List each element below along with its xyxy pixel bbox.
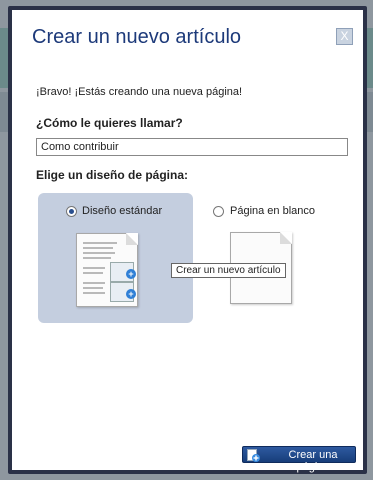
radio-blank[interactable] bbox=[213, 206, 224, 217]
radio-standard[interactable] bbox=[66, 206, 77, 217]
close-button[interactable]: X bbox=[336, 28, 353, 45]
standard-layout-icon: + + bbox=[76, 233, 138, 307]
name-label: ¿Cómo le quieres llamar? bbox=[36, 116, 183, 130]
layout-option-standard-label: Diseño estándar bbox=[82, 205, 163, 217]
layout-option-standard[interactable]: Diseño estándar + + bbox=[38, 193, 193, 323]
add-image-icon: + bbox=[126, 289, 136, 299]
layout-option-blank-label[interactable]: Página en blanco bbox=[230, 205, 315, 217]
new-page-icon bbox=[247, 449, 260, 462]
article-name-input[interactable] bbox=[36, 138, 348, 156]
dialog-title: Crear un nuevo artículo bbox=[32, 26, 242, 48]
create-page-button[interactable]: Crear una página bbox=[242, 446, 356, 473]
create-page-button-label: Crear una página bbox=[288, 449, 338, 473]
intro-text: ¡Bravo! ¡Estás creando una nueva página! bbox=[36, 86, 243, 98]
layout-label: Elige un diseño de página: bbox=[36, 168, 189, 182]
tooltip: Crear un nuevo artículo bbox=[171, 263, 286, 278]
create-article-dialog: Crear un nuevo artículo X ¡Bravo! ¡Estás… bbox=[8, 6, 367, 474]
add-video-icon: + bbox=[126, 269, 136, 279]
